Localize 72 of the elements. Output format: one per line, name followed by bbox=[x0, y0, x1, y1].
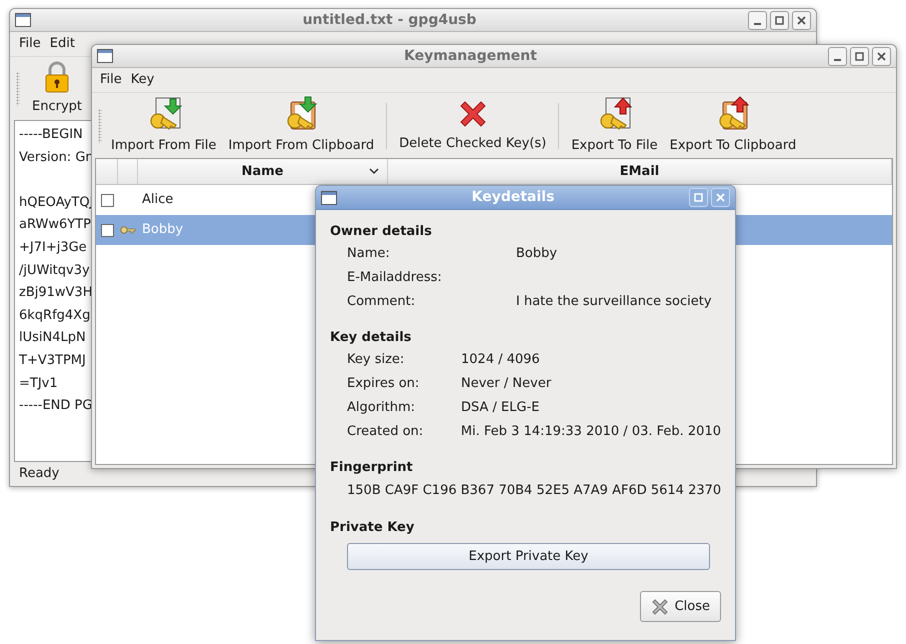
field-label: Comment: bbox=[347, 293, 416, 312]
maximize-button[interactable] bbox=[770, 10, 789, 30]
field-label: E-Mailaddress: bbox=[347, 269, 443, 288]
close-icon bbox=[715, 192, 726, 203]
field-value: Mi. Feb 3 14:19:33 2010 / 03. Feb. 2010 bbox=[460, 423, 721, 442]
window-title: untitled.txt - gpg4usb bbox=[302, 10, 476, 30]
padlock-icon bbox=[43, 60, 71, 93]
minimize-icon bbox=[754, 22, 761, 24]
minimize-button[interactable] bbox=[828, 46, 847, 66]
editor-line: 6kqRfg4Xg bbox=[19, 306, 90, 325]
menu-item[interactable]: File bbox=[100, 70, 122, 90]
field-label: Created on: bbox=[347, 423, 424, 442]
close-icon bbox=[796, 14, 807, 26]
toolbar-grip[interactable] bbox=[16, 72, 20, 106]
editor-line: aRWw6YTP bbox=[19, 216, 91, 234]
section-heading: Owner details bbox=[330, 223, 433, 241]
field-label: Expires on: bbox=[347, 375, 420, 394]
section-heading: Key details bbox=[330, 329, 412, 347]
toolbar-grip[interactable] bbox=[98, 108, 102, 142]
menu-item[interactable]: File bbox=[19, 34, 41, 54]
status-text: Ready bbox=[19, 465, 60, 484]
editor-line: zBj91wV3H bbox=[19, 284, 92, 302]
field-value: Bobby bbox=[516, 245, 558, 264]
close-dialog-button[interactable]: Close bbox=[640, 591, 721, 622]
window-icon[interactable] bbox=[321, 190, 337, 204]
toolbar-button[interactable]: Import From Clipboard bbox=[225, 96, 378, 156]
close-button[interactable] bbox=[872, 46, 891, 66]
section-heading: Private Key bbox=[330, 519, 416, 537]
field-value: 1024 / 4096 bbox=[461, 351, 540, 370]
toolbar-button[interactable]: Delete Checked Key(s) bbox=[396, 98, 550, 154]
minimize-button[interactable] bbox=[748, 10, 767, 30]
editor-line: hQEOAyTQJ bbox=[19, 194, 94, 212]
window-icon[interactable] bbox=[97, 49, 113, 63]
section-heading: Fingerprint bbox=[330, 459, 414, 477]
checkbox[interactable] bbox=[100, 194, 114, 206]
field-label: Key size: bbox=[347, 351, 406, 370]
maximize-button[interactable] bbox=[850, 46, 869, 66]
maximize-icon bbox=[693, 192, 704, 203]
editor-line: lUsiN4LpN bbox=[19, 329, 86, 348]
editor-line: T+V3TPMJ bbox=[19, 352, 86, 370]
editor-line: =TJv1 bbox=[19, 374, 58, 393]
minimize-icon bbox=[834, 58, 841, 60]
close-cross-icon bbox=[650, 598, 669, 616]
column-header[interactable]: Name bbox=[138, 159, 388, 184]
editor-line: -----BEGIN bbox=[19, 126, 83, 144]
export-private-key-button[interactable]: Export Private Key bbox=[347, 543, 710, 570]
toolbar-button[interactable]: Export To Clipboard bbox=[666, 96, 800, 156]
toolbar-button[interactable]: Encrypt bbox=[30, 60, 84, 116]
close-button[interactable] bbox=[792, 10, 811, 30]
maximize-icon bbox=[774, 14, 785, 26]
window-icon[interactable] bbox=[15, 13, 31, 27]
toolbar-button[interactable]: Export To File bbox=[568, 96, 661, 156]
checkbox[interactable] bbox=[100, 224, 114, 236]
close-icon bbox=[876, 50, 887, 62]
name-cell-text: Bobby bbox=[141, 221, 184, 240]
field-label: Name: bbox=[347, 245, 391, 264]
toolbar-button[interactable]: Import From File bbox=[108, 96, 220, 156]
window-title: Keydetails bbox=[472, 188, 554, 207]
field-value: Never / Never bbox=[461, 375, 552, 394]
field-value: I hate the surveillance society bbox=[516, 293, 712, 312]
column-header[interactable]: EMail bbox=[388, 159, 892, 184]
editor-line: /jUWitqv3y bbox=[19, 262, 90, 280]
field-label: Algorithm: bbox=[347, 399, 416, 418]
fingerprint-text: 150B CA9F C196 B367 70B4 52E5 A7A9 AF6D 5614 2370 bbox=[346, 482, 721, 500]
maximize-icon bbox=[854, 50, 865, 62]
window-title: Keymanagement bbox=[404, 46, 537, 66]
name-cell-text: Alice bbox=[141, 191, 174, 210]
menu-item[interactable]: Key bbox=[130, 70, 154, 90]
editor-line: -----END PG bbox=[19, 397, 92, 416]
editor-line: +J7I+j3Ge bbox=[19, 238, 87, 257]
field-value: DSA / ELG-E bbox=[461, 399, 540, 418]
menu-item[interactable]: Edit bbox=[50, 34, 75, 54]
